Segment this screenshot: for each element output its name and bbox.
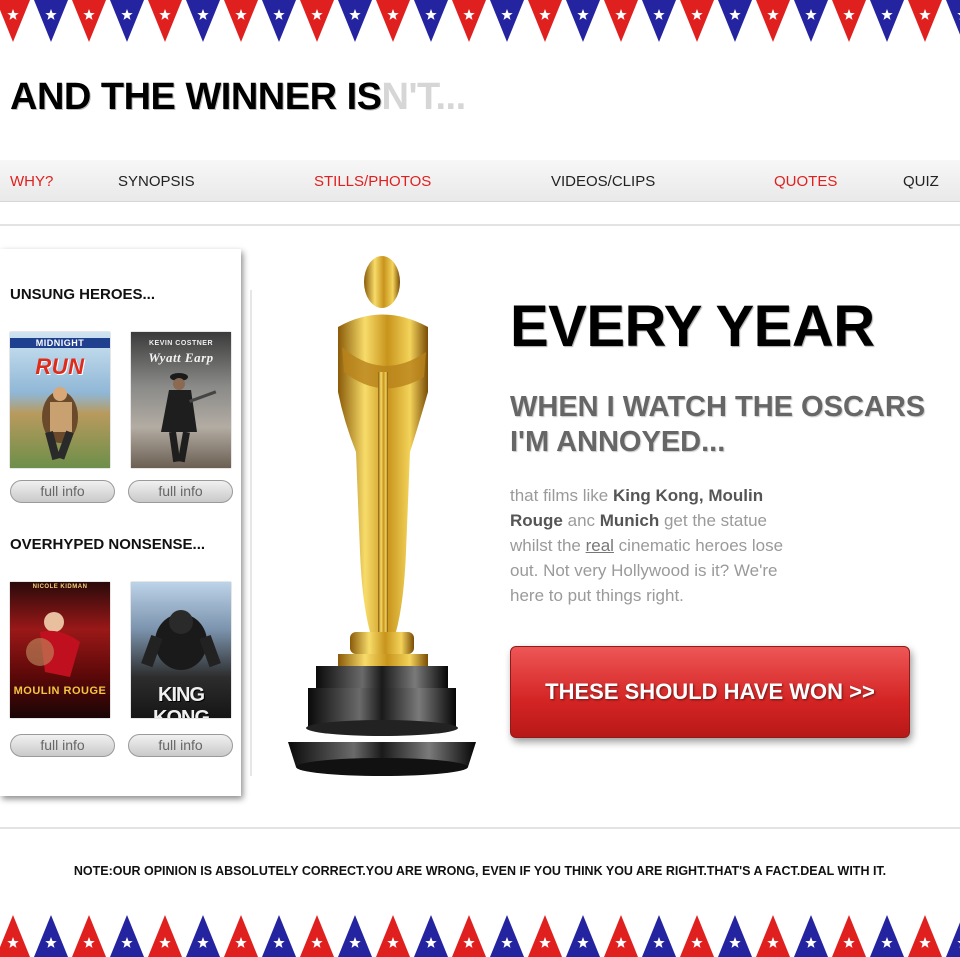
hero-text-underline-real: real xyxy=(585,536,614,555)
main-nav: WHY? SYNOPSIS STILLS/PHOTOS VIDEOS/CLIPS… xyxy=(0,160,960,202)
bunting-flag xyxy=(110,915,144,957)
bunting-flag xyxy=(946,0,960,35)
bunting-flag xyxy=(908,0,942,42)
hero-text-part: anc xyxy=(562,511,600,530)
bunting-flag xyxy=(566,915,600,957)
bunting-flag xyxy=(490,0,524,42)
bunting-flag xyxy=(376,0,410,42)
bunting-flag xyxy=(300,915,334,957)
bunting-flag xyxy=(604,915,638,957)
hero-text-part: that films like xyxy=(510,486,613,505)
these-should-have-won-button[interactable]: THESE SHOULD HAVE WON >> xyxy=(510,646,910,738)
nav-quotes[interactable]: QUOTES xyxy=(774,173,837,190)
bunting-flag xyxy=(110,0,144,42)
bunting-flag xyxy=(756,915,790,957)
bunting-flag xyxy=(224,0,258,42)
bunting-flag xyxy=(414,0,448,42)
hero-subtitle: WHEN I WATCH THE OSCARS I'M ANNOYED... xyxy=(510,391,926,458)
vertical-divider xyxy=(250,290,252,776)
bunting-flag xyxy=(528,0,562,42)
bunting-flag xyxy=(680,0,714,42)
bunting-flag xyxy=(186,915,220,957)
bunting-flag xyxy=(718,915,752,957)
bunting-flag xyxy=(452,0,486,42)
poster-caption: KING KONG xyxy=(153,684,210,718)
bottom-bunting-decoration xyxy=(0,913,960,957)
oscar-statue-image xyxy=(288,256,476,776)
bunting-flag xyxy=(34,915,68,957)
overhyped-nonsense-heading: OVERHYPED NONSENSE... xyxy=(10,536,206,553)
hero-description: that films like King Kong, Moulin Rouge … xyxy=(510,483,800,608)
bunting-flag xyxy=(490,915,524,957)
bunting-flag xyxy=(680,915,714,957)
poster-king-kong[interactable]: KING KONG xyxy=(131,582,231,718)
poster-figure-illustration xyxy=(161,373,217,463)
bunting-flag xyxy=(262,915,296,957)
bunting-flag xyxy=(34,0,68,42)
bunting-flag xyxy=(186,0,220,42)
bunting-flag xyxy=(946,922,960,957)
poster-wyatt-earp[interactable]: KEVIN COSTNER Wyatt Earp xyxy=(131,332,231,468)
bunting-flag xyxy=(0,915,30,957)
bunting-flag xyxy=(376,915,410,957)
poster-moulin-rouge[interactable]: NICOLE KIDMAN MOULIN ROUGE xyxy=(10,582,110,718)
bunting-flag xyxy=(794,0,828,42)
top-bunting-decoration xyxy=(0,0,960,44)
bunting-flag xyxy=(870,915,904,957)
bunting-flag xyxy=(148,915,182,957)
bunting-flag xyxy=(262,0,296,42)
poster-figure-illustration xyxy=(42,387,78,461)
bunting-flag xyxy=(0,0,30,42)
footer-note: NOTE:OUR OPINION IS ABSOLUTELY CORRECT.Y… xyxy=(73,864,887,878)
bunting-flag xyxy=(528,915,562,957)
divider-bottom xyxy=(0,827,960,829)
full-info-button-moulin-rouge[interactable]: full info xyxy=(10,734,115,757)
bunting-flag xyxy=(794,915,828,957)
bunting-flag xyxy=(908,915,942,957)
poster-midnight-run[interactable]: MIDNIGHT RUN xyxy=(10,332,110,468)
bunting-flag xyxy=(338,915,372,957)
bunting-flag xyxy=(832,915,866,957)
poster-figure-illustration xyxy=(26,612,80,677)
bunting-flag xyxy=(338,0,372,42)
bunting-flag xyxy=(870,0,904,42)
bunting-flag xyxy=(642,915,676,957)
bunting-flag xyxy=(414,915,448,957)
bunting-flag xyxy=(604,0,638,42)
bunting-flag xyxy=(452,915,486,957)
site-title-main: AND THE WINNER IS xyxy=(10,76,382,118)
bunting-flag xyxy=(300,0,334,42)
bunting-flag xyxy=(642,0,676,42)
full-info-button-king-kong[interactable]: full info xyxy=(128,734,233,757)
site-title: AND THE WINNER ISN'T... xyxy=(10,76,466,119)
hero-title: EVERY YEAR xyxy=(510,294,875,359)
nav-why[interactable]: WHY? xyxy=(10,173,53,190)
nav-videos-clips[interactable]: VIDEOS/CLIPS xyxy=(551,173,655,190)
nav-stills-photos[interactable]: STILLS/PHOTOS xyxy=(314,173,431,190)
bunting-flag xyxy=(832,0,866,42)
unsung-heroes-heading: UNSUNG HEROES... xyxy=(10,286,156,303)
bunting-flag xyxy=(72,0,106,42)
bunting-flag xyxy=(566,0,600,42)
poster-caption: MOULIN ROUGE xyxy=(13,685,107,697)
bunting-flag xyxy=(756,0,790,42)
sidebar-panel: UNSUNG HEROES... MIDNIGHT RUN KEVIN COST… xyxy=(0,249,241,796)
nav-synopsis[interactable]: SYNOPSIS xyxy=(118,173,195,190)
bunting-flag xyxy=(148,0,182,42)
bunting-flag xyxy=(224,915,258,957)
hero-text-bold-munich: Munich xyxy=(599,511,660,530)
site-title-fade: N'T... xyxy=(381,76,467,118)
bunting-flag xyxy=(72,915,106,957)
full-info-button-midnight-run[interactable]: full info xyxy=(10,480,115,503)
bunting-flag xyxy=(718,0,752,42)
divider-top xyxy=(0,224,960,226)
nav-quiz[interactable]: QUIZ xyxy=(903,173,939,190)
full-info-button-wyatt-earp[interactable]: full info xyxy=(128,480,233,503)
